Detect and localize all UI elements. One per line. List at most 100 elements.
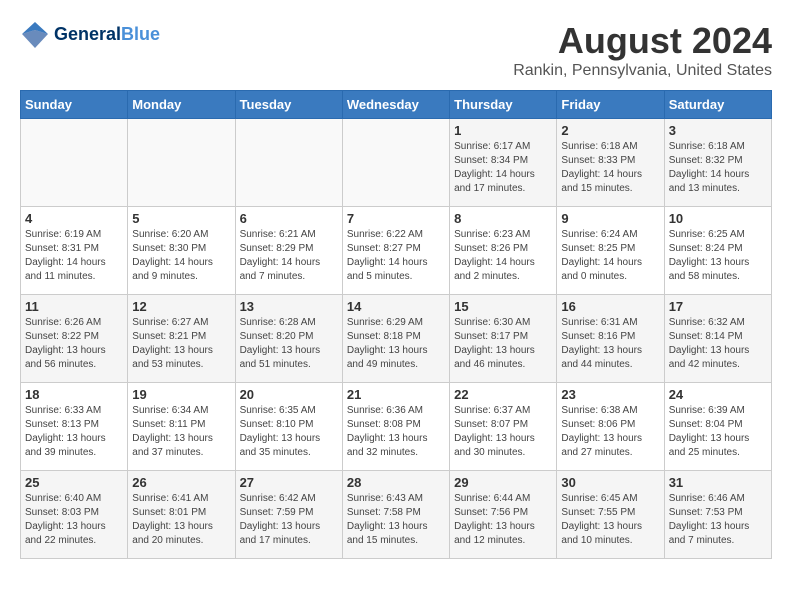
calendar-cell [21, 119, 128, 207]
day-number: 10 [669, 211, 767, 226]
calendar-cell: 24 Sunrise: 6:39 AMSunset: 8:04 PMDayligh… [664, 383, 771, 471]
day-number: 28 [347, 475, 445, 490]
day-number: 29 [454, 475, 552, 490]
calendar-body: 1 Sunrise: 6:17 AMSunset: 8:34 PMDaylight… [21, 119, 772, 559]
day-info: Sunrise: 6:46 AMSunset: 7:53 PMDaylight:… [669, 492, 767, 548]
calendar-cell: 22 Sunrise: 6:37 AMSunset: 8:07 PMDayligh… [450, 383, 557, 471]
logo: GeneralBlue [20, 20, 160, 50]
day-info: Sunrise: 6:29 AMSunset: 8:18 PMDaylight:… [347, 316, 445, 372]
calendar-week-row: 4 Sunrise: 6:19 AMSunset: 8:31 PMDaylight… [21, 207, 772, 295]
day-number: 17 [669, 299, 767, 314]
day-info: Sunrise: 6:30 AMSunset: 8:17 PMDaylight:… [454, 316, 552, 372]
day-number: 12 [132, 299, 230, 314]
day-info: Sunrise: 6:37 AMSunset: 8:07 PMDaylight:… [454, 404, 552, 460]
calendar-cell: 27 Sunrise: 6:42 AMSunset: 7:59 PMDayligh… [235, 471, 342, 559]
day-number: 22 [454, 387, 552, 402]
calendar-cell: 3Sunrise: 6:18 AMSunset: 8:32 PMDaylight… [664, 119, 771, 207]
day-number: 13 [240, 299, 338, 314]
day-number: 3 [669, 123, 767, 138]
weekday-header-saturday: Saturday [664, 91, 771, 119]
day-info: Sunrise: 6:33 AMSunset: 8:13 PMDaylight:… [25, 404, 123, 460]
calendar-week-row: 18Sunrise: 6:33 AMSunset: 8:13 PMDayligh… [21, 383, 772, 471]
day-number: 4 [25, 211, 123, 226]
day-number: 24 [669, 387, 767, 402]
calendar-cell [128, 119, 235, 207]
day-info: Sunrise: 6:32 AMSunset: 8:14 PMDaylight:… [669, 316, 767, 372]
calendar-week-row: 25 Sunrise: 6:40 AMSunset: 8:03 PMDayligh… [21, 471, 772, 559]
title-area: August 2024 Rankin, Pennsylvania, United… [513, 20, 772, 80]
day-number: 21 [347, 387, 445, 402]
calendar-cell: 7Sunrise: 6:22 AMSunset: 8:27 PMDaylight… [342, 207, 449, 295]
calendar-cell: 20 Sunrise: 6:35 AMSunset: 8:10 PMDayligh… [235, 383, 342, 471]
calendar-week-row: 1 Sunrise: 6:17 AMSunset: 8:34 PMDaylight… [21, 119, 772, 207]
calendar-cell: 29 Sunrise: 6:44 AMSunset: 7:56 PMDayligh… [450, 471, 557, 559]
day-info: Sunrise: 6:39 AMSunset: 8:04 PMDaylight:… [669, 404, 767, 460]
day-number: 6 [240, 211, 338, 226]
calendar-cell: 25 Sunrise: 6:40 AMSunset: 8:03 PMDayligh… [21, 471, 128, 559]
weekday-header-friday: Friday [557, 91, 664, 119]
day-info: Sunrise: 6:45 AMSunset: 7:55 PMDaylight:… [561, 492, 659, 548]
day-info: Sunrise: 6:17 AMSunset: 8:34 PMDaylight:… [454, 140, 552, 196]
day-info: Sunrise: 6:26 AMSunset: 8:22 PMDaylight:… [25, 316, 123, 372]
day-info: Sunrise: 6:25 AMSunset: 8:24 PMDaylight:… [669, 228, 767, 284]
calendar-cell: 17 Sunrise: 6:32 AMSunset: 8:14 PMDayligh… [664, 295, 771, 383]
day-number: 31 [669, 475, 767, 490]
day-info: Sunrise: 6:36 AMSunset: 8:08 PMDaylight:… [347, 404, 445, 460]
day-number: 19 [132, 387, 230, 402]
day-number: 27 [240, 475, 338, 490]
logo-text: GeneralBlue [54, 25, 160, 45]
weekday-header-sunday: Sunday [21, 91, 128, 119]
day-info: Sunrise: 6:42 AMSunset: 7:59 PMDaylight:… [240, 492, 338, 548]
day-info: Sunrise: 6:40 AMSunset: 8:03 PMDaylight:… [25, 492, 123, 548]
day-info: Sunrise: 6:38 AMSunset: 8:06 PMDaylight:… [561, 404, 659, 460]
logo-icon [20, 20, 50, 50]
calendar-cell: 1 Sunrise: 6:17 AMSunset: 8:34 PMDaylight… [450, 119, 557, 207]
calendar-cell [235, 119, 342, 207]
day-number: 20 [240, 387, 338, 402]
day-info: Sunrise: 6:35 AMSunset: 8:10 PMDaylight:… [240, 404, 338, 460]
day-number: 25 [25, 475, 123, 490]
calendar-cell: 18Sunrise: 6:33 AMSunset: 8:13 PMDayligh… [21, 383, 128, 471]
calendar-header: SundayMondayTuesdayWednesdayThursdayFrid… [21, 91, 772, 119]
day-number: 8 [454, 211, 552, 226]
day-number: 26 [132, 475, 230, 490]
day-number: 11 [25, 299, 123, 314]
calendar-cell: 26Sunrise: 6:41 AMSunset: 8:01 PMDayligh… [128, 471, 235, 559]
calendar-cell: 9 Sunrise: 6:24 AMSunset: 8:25 PMDaylight… [557, 207, 664, 295]
calendar-cell: 30 Sunrise: 6:45 AMSunset: 7:55 PMDayligh… [557, 471, 664, 559]
day-number: 5 [132, 211, 230, 226]
calendar-cell: 2 Sunrise: 6:18 AMSunset: 8:33 PMDaylight… [557, 119, 664, 207]
day-info: Sunrise: 6:28 AMSunset: 8:20 PMDaylight:… [240, 316, 338, 372]
day-number: 14 [347, 299, 445, 314]
day-number: 7 [347, 211, 445, 226]
calendar-cell: 28Sunrise: 6:43 AMSunset: 7:58 PMDayligh… [342, 471, 449, 559]
calendar-cell [342, 119, 449, 207]
calendar-cell: 21 Sunrise: 6:36 AMSunset: 8:08 PMDayligh… [342, 383, 449, 471]
day-number: 30 [561, 475, 659, 490]
day-number: 15 [454, 299, 552, 314]
calendar-cell: 4 Sunrise: 6:19 AMSunset: 8:31 PMDaylight… [21, 207, 128, 295]
day-number: 23 [561, 387, 659, 402]
day-number: 9 [561, 211, 659, 226]
weekday-header-row: SundayMondayTuesdayWednesdayThursdayFrid… [21, 91, 772, 119]
day-info: Sunrise: 6:24 AMSunset: 8:25 PMDaylight:… [561, 228, 659, 284]
day-info: Sunrise: 6:19 AMSunset: 8:31 PMDaylight:… [25, 228, 123, 284]
calendar-cell: 23 Sunrise: 6:38 AMSunset: 8:06 PMDayligh… [557, 383, 664, 471]
calendar-table: SundayMondayTuesdayWednesdayThursdayFrid… [20, 90, 772, 559]
location-subtitle: Rankin, Pennsylvania, United States [513, 62, 772, 80]
day-info: Sunrise: 6:18 AMSunset: 8:33 PMDaylight:… [561, 140, 659, 196]
calendar-cell: 11 Sunrise: 6:26 AMSunset: 8:22 PMDayligh… [21, 295, 128, 383]
day-number: 2 [561, 123, 659, 138]
calendar-cell: 15 Sunrise: 6:30 AMSunset: 8:17 PMDayligh… [450, 295, 557, 383]
weekday-header-monday: Monday [128, 91, 235, 119]
day-info: Sunrise: 6:21 AMSunset: 8:29 PMDaylight:… [240, 228, 338, 284]
day-number: 1 [454, 123, 552, 138]
calendar-cell: 8Sunrise: 6:23 AMSunset: 8:26 PMDaylight… [450, 207, 557, 295]
weekday-header-thursday: Thursday [450, 91, 557, 119]
month-year-title: August 2024 [513, 20, 772, 62]
day-info: Sunrise: 6:20 AMSunset: 8:30 PMDaylight:… [132, 228, 230, 284]
calendar-cell: 12Sunrise: 6:27 AMSunset: 8:21 PMDayligh… [128, 295, 235, 383]
calendar-cell: 19Sunrise: 6:34 AMSunset: 8:11 PMDayligh… [128, 383, 235, 471]
weekday-header-tuesday: Tuesday [235, 91, 342, 119]
day-info: Sunrise: 6:44 AMSunset: 7:56 PMDaylight:… [454, 492, 552, 548]
